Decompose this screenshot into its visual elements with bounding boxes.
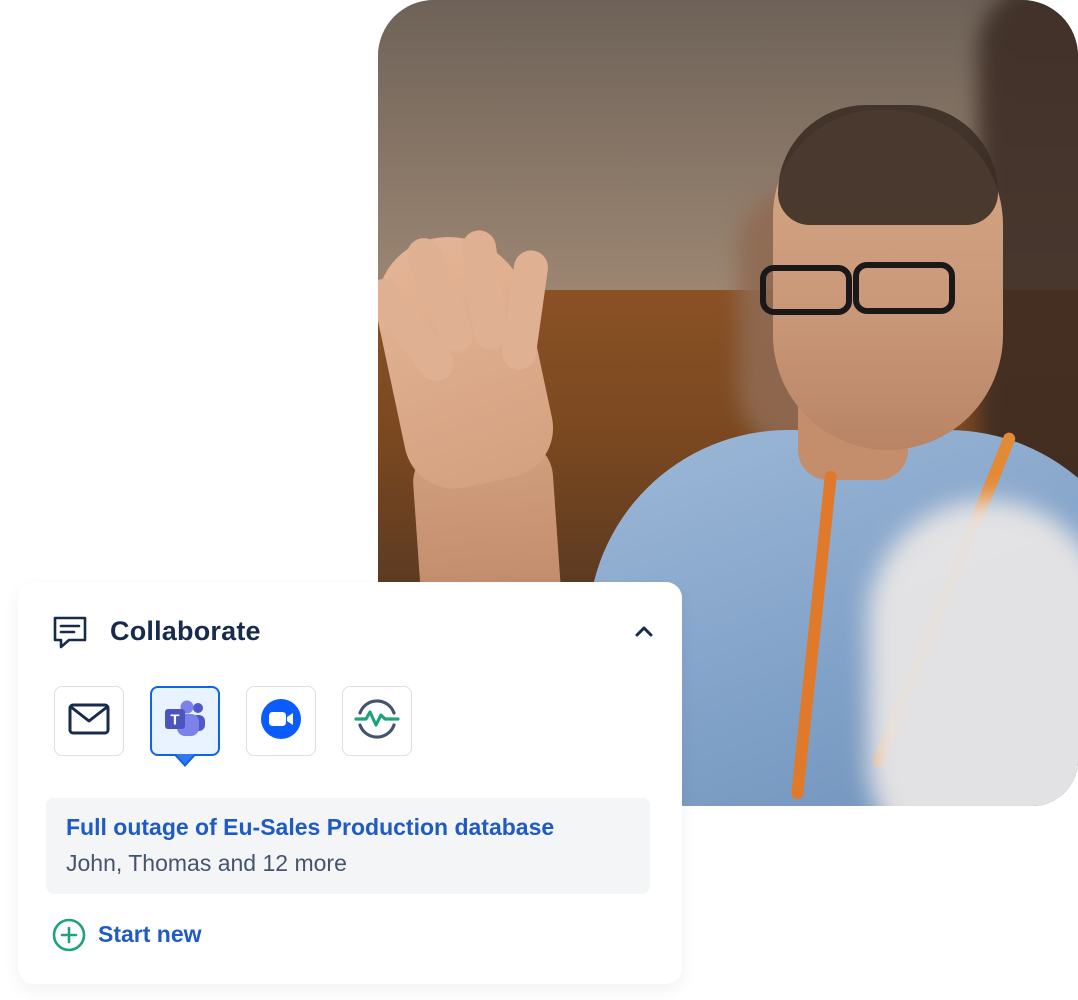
conversation-title[interactable]: Full outage of Eu-Sales Production datab… (66, 814, 554, 841)
start-new-button[interactable]: Start new (52, 916, 252, 952)
collaborate-card: Collaborate T Full outage of Eu-Sales Pr… (18, 582, 682, 984)
participants-names: John, Thomas and (66, 850, 257, 876)
microsoft-teams-icon: T (163, 699, 207, 744)
zoom-button[interactable] (246, 686, 316, 756)
chat-bubble-icon (52, 614, 88, 650)
plus-circle-icon (52, 918, 86, 952)
card-title: Collaborate (110, 616, 261, 646)
status-monitor-button[interactable] (342, 686, 412, 756)
teams-button[interactable]: T (150, 686, 220, 767)
email-button[interactable] (54, 686, 124, 756)
conversation-item[interactable]: Full outage of Eu-Sales Production datab… (46, 798, 650, 894)
collapse-button[interactable] (630, 618, 658, 646)
start-new-label[interactable]: Start new (98, 921, 202, 948)
zoom-video-icon (260, 698, 302, 745)
chevron-up-icon (635, 626, 653, 637)
participants-more: 12 more (262, 850, 347, 876)
envelope-icon (68, 703, 110, 740)
conversation-participants: John, Thomas and 12 more (66, 850, 347, 877)
status-monitor-icon (354, 697, 400, 746)
svg-text:T: T (170, 711, 179, 728)
photo-glasses-left (760, 265, 852, 315)
card-header: Collaborate (52, 612, 653, 652)
app-picker: T (54, 686, 454, 776)
photo-glasses-right (853, 262, 955, 314)
photo-foreground-white-blur (868, 500, 1078, 806)
